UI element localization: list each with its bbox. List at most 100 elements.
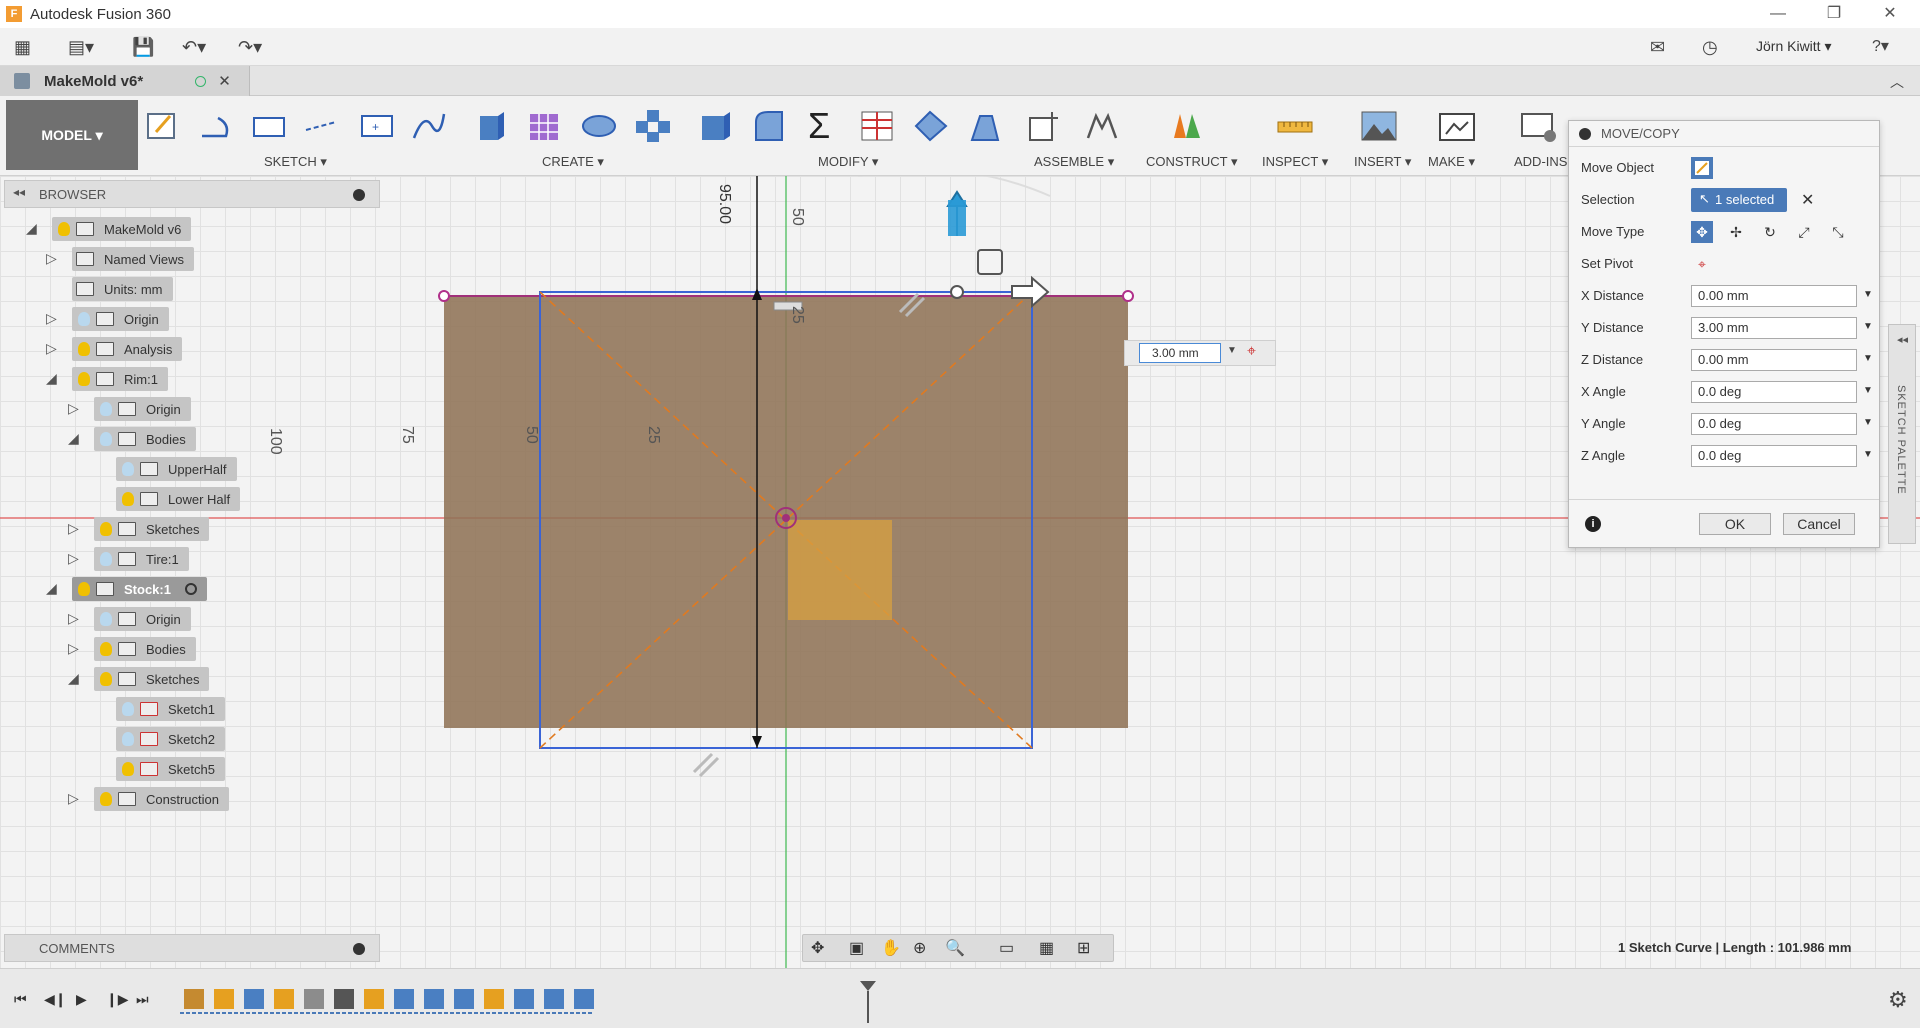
tree-item[interactable]: Bodies: [94, 427, 196, 451]
visibility-bulb-icon[interactable]: [100, 642, 112, 656]
visibility-bulb-icon[interactable]: [122, 732, 134, 746]
expand-arrow-icon[interactable]: ▷: [46, 340, 62, 356]
sketch-object-icon[interactable]: [1691, 157, 1713, 179]
scale-icon[interactable]: [966, 108, 1004, 144]
insert-image-icon[interactable]: [1360, 108, 1398, 144]
timeline-settings-icon[interactable]: ⚙: [1888, 987, 1908, 1013]
create-sketch-icon[interactable]: [144, 108, 182, 144]
tree-item[interactable]: Sketches: [94, 517, 210, 541]
visibility-bulb-icon[interactable]: [100, 522, 112, 536]
cancel-button[interactable]: Cancel: [1783, 513, 1855, 535]
timeline-features[interactable]: [180, 983, 600, 1015]
y-distance-field[interactable]: 3.00 mm: [1691, 317, 1857, 339]
create-group-label[interactable]: CREATE ▾: [542, 154, 604, 170]
go-to-start-icon[interactable]: ⏮: [14, 991, 27, 1008]
insert-group-label[interactable]: INSERT ▾: [1354, 154, 1411, 170]
chevron-down-icon[interactable]: ▼: [1863, 449, 1873, 460]
expand-arrow-icon[interactable]: ▷: [68, 520, 84, 536]
help-menu[interactable]: ?▾: [1872, 36, 1889, 58]
activate-radio-icon[interactable]: [184, 583, 197, 595]
expand-palette-icon[interactable]: ◂◂: [1897, 333, 1908, 346]
clear-selection-icon[interactable]: ✕: [1801, 190, 1814, 210]
file-menu-icon[interactable]: ▤▾: [68, 36, 94, 58]
chevron-down-icon[interactable]: ▼: [1863, 321, 1873, 332]
browser-pin-icon[interactable]: [353, 189, 365, 201]
revolve-icon[interactable]: [580, 108, 618, 144]
fillet-icon[interactable]: [750, 108, 788, 144]
visibility-bulb-icon[interactable]: [122, 702, 134, 716]
extrude-icon[interactable]: [472, 108, 510, 144]
expand-arrow-icon[interactable]: ▷: [68, 550, 84, 566]
chevron-down-icon[interactable]: ▼: [1227, 345, 1237, 356]
undo-icon[interactable]: ↶▾: [182, 36, 206, 58]
point-to-position-icon[interactable]: ⤡: [1827, 221, 1849, 243]
visibility-bulb-icon[interactable]: [58, 222, 70, 236]
look-at-icon[interactable]: ▣: [849, 938, 864, 958]
tree-item[interactable]: MakeMold v6: [52, 217, 192, 241]
orbit-icon[interactable]: ✥: [811, 938, 824, 958]
tree-item-active[interactable]: Stock:1: [72, 577, 207, 601]
tree-item[interactable]: Origin: [94, 607, 191, 631]
comments-panel[interactable]: COMMENTS: [4, 934, 380, 962]
tab-close-icon[interactable]: ✕: [218, 72, 231, 90]
translate-icon[interactable]: ✢: [1725, 221, 1747, 243]
press-pull-icon[interactable]: [696, 108, 734, 144]
workspace-switcher[interactable]: MODEL ▾: [6, 100, 138, 170]
x-angle-field[interactable]: 0.0 deg: [1691, 381, 1857, 403]
collapse-ribbon-icon[interactable]: ︿: [1890, 72, 1904, 92]
timeline-marker-icon[interactable]: [858, 979, 878, 1023]
offset-plane-icon[interactable]: [1168, 108, 1206, 144]
pattern-icon[interactable]: [634, 108, 672, 144]
chevron-down-icon[interactable]: ▼: [1863, 385, 1873, 396]
tree-item[interactable]: Tire:1: [94, 547, 189, 571]
play-icon[interactable]: ▶: [76, 991, 87, 1008]
collapse-dialog-icon[interactable]: [1579, 127, 1591, 140]
set-pivot-icon[interactable]: ⌖: [1691, 253, 1713, 275]
tree-item[interactable]: Construction: [94, 787, 229, 811]
measure-icon[interactable]: [1276, 108, 1314, 144]
expand-arrow-icon[interactable]: ▷: [68, 790, 84, 806]
zoom-icon[interactable]: ⊕: [913, 938, 926, 958]
info-icon[interactable]: i: [1585, 516, 1601, 532]
x-distance-field[interactable]: 0.00 mm: [1691, 285, 1857, 307]
visibility-bulb-icon[interactable]: [100, 792, 112, 806]
save-icon[interactable]: 💾: [132, 36, 154, 58]
z-angle-field[interactable]: 0.0 deg: [1691, 445, 1857, 467]
collapse-arrow-icon[interactable]: ◢: [46, 580, 62, 596]
pivot-icon[interactable]: ⌖: [1247, 343, 1265, 361]
tree-item[interactable]: Sketch1: [116, 697, 225, 721]
browser-header[interactable]: ◂◂ BROWSER: [4, 180, 380, 208]
rectangle-icon[interactable]: [250, 108, 288, 144]
visibility-bulb-icon[interactable]: [122, 462, 134, 476]
collapse-arrow-icon[interactable]: ◢: [46, 370, 62, 386]
y-angle-field[interactable]: 0.0 deg: [1691, 413, 1857, 435]
add-comment-icon[interactable]: [353, 943, 365, 955]
pan-icon[interactable]: ✋: [881, 938, 901, 958]
make-group-label[interactable]: MAKE ▾: [1428, 154, 1475, 170]
expand-arrow-icon[interactable]: ▷: [68, 400, 84, 416]
expand-arrow-icon[interactable]: ▷: [46, 310, 62, 326]
tree-item[interactable]: Rim:1: [72, 367, 168, 391]
visibility-bulb-icon[interactable]: [122, 492, 134, 506]
z-distance-field[interactable]: 0.00 mm: [1691, 349, 1857, 371]
redo-icon[interactable]: ↷▾: [238, 36, 262, 58]
visibility-bulb-icon[interactable]: [122, 762, 134, 776]
shell-icon[interactable]: [912, 108, 950, 144]
parameters-icon[interactable]: [858, 108, 896, 144]
document-tab[interactable]: MakeMold v6* ✕: [0, 66, 250, 96]
scripts-addins-icon[interactable]: [1520, 108, 1558, 144]
free-move-icon[interactable]: ✥: [1691, 221, 1713, 243]
expand-arrow-icon[interactable]: ▷: [68, 610, 84, 626]
display-settings-icon[interactable]: ▭: [999, 938, 1014, 958]
data-panel-grid-icon[interactable]: ▦: [14, 36, 31, 58]
spline-icon[interactable]: [410, 108, 448, 144]
visibility-bulb-icon[interactable]: [100, 552, 112, 566]
construction-line-icon[interactable]: [302, 108, 340, 144]
visibility-bulb-icon[interactable]: [100, 672, 112, 686]
ok-button[interactable]: OK: [1699, 513, 1771, 535]
expand-arrow-icon[interactable]: ▷: [46, 250, 62, 266]
collapse-browser-icon[interactable]: ◂◂: [13, 185, 25, 199]
tree-item[interactable]: Named Views: [72, 247, 194, 271]
restore-icon[interactable]: ❐: [1806, 0, 1862, 28]
assemble-group-label[interactable]: ASSEMBLE ▾: [1034, 154, 1114, 170]
